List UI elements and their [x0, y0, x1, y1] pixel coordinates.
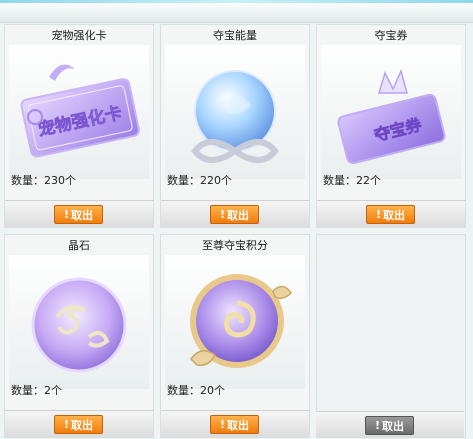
item-quantity: 数量：20个: [167, 384, 225, 397]
item-footer: ! 取出: [317, 200, 465, 227]
energy-orb-icon: [191, 70, 279, 163]
top-bar: [0, 0, 473, 23]
item-footer: ! 取出: [161, 200, 309, 227]
item-name: 夺宝能量: [213, 29, 257, 42]
item-name: 晶石: [68, 239, 90, 252]
exclamation-icon: !: [375, 208, 382, 221]
item-slot-points[interactable]: 至尊夺宝积分 数量：20个 ! 取出: [160, 234, 310, 438]
withdraw-button[interactable]: ! 取出: [366, 205, 415, 224]
item-slot-crystal[interactable]: 晶石 数量：2个 ! 取出: [4, 234, 154, 438]
crystal-icon: [31, 277, 127, 373]
item-footer: ! 取出: [5, 410, 153, 437]
exclamation-icon: !: [63, 418, 70, 431]
empty-slot-frame: ! 取出: [316, 234, 466, 438]
withdraw-button[interactable]: ! 取出: [210, 205, 259, 224]
item-slot-ticket[interactable]: 夺宝券 夺宝券 数量：22个 ! 取出: [316, 24, 466, 228]
item-name: 宠物强化卡: [51, 29, 107, 42]
withdraw-button[interactable]: ! 取出: [54, 205, 103, 224]
top-accent: [0, 0, 473, 3]
item-footer: ! 取出: [316, 411, 464, 438]
exclamation-icon: !: [219, 418, 226, 431]
ticket-icon: 夺宝券: [337, 68, 446, 165]
item-quantity: 数量：22个: [323, 174, 381, 187]
points-orb-icon: [190, 274, 292, 368]
item-quantity: 数量：230个: [11, 174, 76, 187]
exclamation-icon: !: [219, 208, 226, 221]
item-slot-empty: ! 取出: [316, 234, 466, 438]
exclamation-icon: !: [374, 419, 381, 432]
item-footer: ! 取出: [5, 200, 153, 227]
withdraw-button[interactable]: ! 取出: [54, 415, 103, 434]
item-footer: ! 取出: [161, 410, 309, 437]
item-slot-pet-card[interactable]: 宠物强化卡 宠物强化卡 数量：230个 ! 取出: [4, 24, 154, 228]
withdraw-button-disabled[interactable]: ! 取出: [365, 416, 414, 435]
item-quantity: 数量：220个: [167, 174, 232, 187]
withdraw-button[interactable]: ! 取出: [210, 415, 259, 434]
item-quantity: 数量：2个: [11, 384, 62, 397]
exclamation-icon: !: [63, 208, 70, 221]
item-slot-energy[interactable]: 夺宝能量 数量：220个 ! 取出: [160, 24, 310, 228]
item-name: 至尊夺宝积分: [202, 239, 268, 252]
item-name: 夺宝券: [374, 29, 408, 42]
pet-card-icon: 宠物强化卡: [20, 64, 140, 158]
